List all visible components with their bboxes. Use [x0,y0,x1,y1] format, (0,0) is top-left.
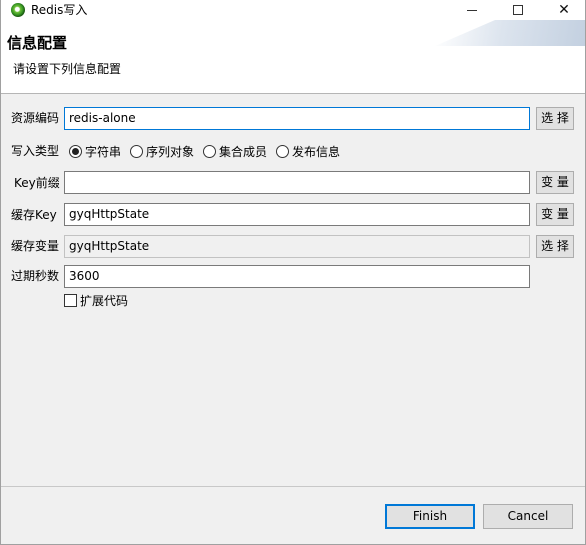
expire-seconds-label: 过期秒数 [11,269,60,283]
radio-set-member[interactable]: 集合成员 [203,143,267,160]
radio-button[interactable] [130,144,144,158]
minimize-icon [467,9,477,11]
key-prefix-variable-button[interactable]: 变 量 [536,171,574,194]
minimize-button[interactable] [449,0,495,20]
maximize-icon [513,5,523,15]
extend-code-checkbox[interactable] [64,294,77,307]
radio-serialized-object[interactable]: 序列对象 [130,143,194,160]
radio-label: 发布信息 [292,144,341,159]
cache-key-label: 缓存Key [11,208,57,222]
radio-button[interactable] [276,144,290,158]
radio-label: 字符串 [85,144,122,159]
maximize-button[interactable] [495,0,541,20]
key-prefix-input[interactable] [64,171,530,194]
cache-key-variable-button[interactable]: 变 量 [536,203,574,226]
finish-button[interactable]: Finish [385,504,475,529]
radio-button-checked[interactable] [69,144,82,158]
expire-seconds-input[interactable]: 3600 [64,265,530,288]
title-bar: Redis写入 ✕ [1,0,585,20]
radio-string[interactable]: 字符串 [69,143,121,160]
extend-code-label: 扩展代码 [80,294,129,308]
radio-dot [72,147,79,155]
resource-code-input[interactable]: redis-alone [64,107,530,130]
cache-variable-select-button[interactable]: 选 择 [536,235,574,258]
write-type-label: 写入类型 [11,144,60,158]
footer-divider [1,486,585,487]
cancel-button[interactable]: Cancel [483,504,573,529]
resource-code-label: 资源编码 [11,111,60,125]
cache-key-input[interactable]: gyqHttpState [64,203,530,226]
write-type-radio-group: 字符串 序列对象 集合成员 发布信息 [69,141,349,161]
page-description: 请设置下列信息配置 [13,62,122,76]
dialog-window: Redis写入 ✕ 信息配置 请设置下列信息配置 资源编码 redis-alon… [0,0,586,545]
resource-code-select-button[interactable]: 选 择 [536,107,574,130]
redis-app-icon [11,3,25,17]
wizard-header: 信息配置 请设置下列信息配置 [1,20,585,94]
cache-variable-label: 缓存变量 [11,239,60,253]
key-prefix-label: Key前缀 [14,176,60,190]
page-title: 信息配置 [7,34,68,52]
close-icon: ✕ [558,2,570,18]
radio-publish-message[interactable]: 发布信息 [276,143,340,160]
close-button[interactable]: ✕ [541,0,586,20]
window-title: Redis写入 [31,3,88,17]
radio-label: 序列对象 [146,144,195,159]
header-banner-graphic [435,20,585,46]
extend-code-checkbox-row[interactable]: 扩展代码 [64,292,128,309]
radio-button[interactable] [203,144,217,158]
cache-variable-input[interactable]: gyqHttpState [64,235,530,258]
radio-label: 集合成员 [219,144,268,159]
